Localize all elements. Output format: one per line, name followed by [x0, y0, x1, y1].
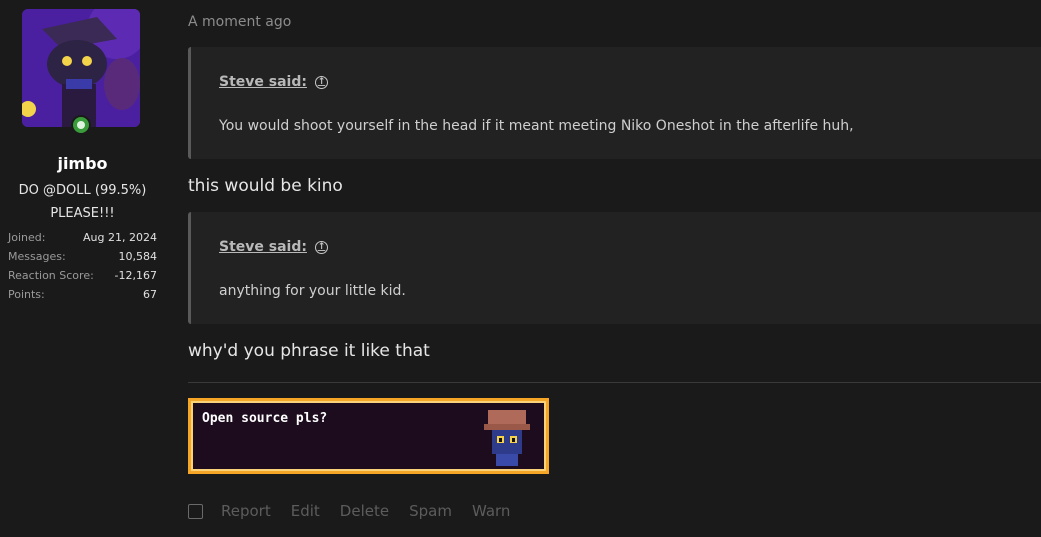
- stat-value: Aug 21, 2024: [83, 231, 157, 244]
- select-checkbox[interactable]: [188, 503, 203, 519]
- user-pane: jimbo DO @DOLL (99.5%) PLEASE!!! Joined:…: [0, 0, 165, 537]
- stat-value: 67: [143, 288, 157, 301]
- quote-text: You would shoot yourself in the head if …: [219, 118, 854, 134]
- warn-link[interactable]: Warn: [472, 502, 510, 520]
- niko-face-icon: [484, 410, 530, 466]
- post-timestamp[interactable]: A moment ago: [188, 14, 291, 30]
- signature-image: Open source pls?: [188, 398, 549, 474]
- quote-author[interactable]: Steve said:: [219, 74, 307, 90]
- edit-link[interactable]: Edit: [291, 502, 320, 520]
- stat-label: Points:: [8, 288, 45, 301]
- user-title: DO @DOLL (99.5%) PLEASE!!!: [18, 183, 147, 221]
- quote-author[interactable]: Steve said:: [219, 239, 307, 255]
- stat-reaction-score: Reaction Score: -12,167: [8, 266, 157, 285]
- stat-points: Points: 67: [8, 285, 157, 304]
- signature-text: Open source pls?: [202, 411, 328, 426]
- stat-messages: Messages: 10,584: [8, 247, 157, 266]
- stat-joined: Joined: Aug 21, 2024: [8, 228, 157, 247]
- message-text: this would be kino: [188, 176, 343, 196]
- arrow-up-circle-icon[interactable]: ↑: [314, 75, 328, 89]
- stat-label: Messages:: [8, 250, 66, 263]
- spam-link[interactable]: Spam: [409, 502, 452, 520]
- quote-author-link[interactable]: Steve said: ↑: [219, 239, 328, 255]
- post-actions: Report Edit Delete Spam Warn: [188, 502, 530, 520]
- stat-label: Reaction Score:: [8, 269, 94, 282]
- report-link[interactable]: Report: [221, 502, 271, 520]
- delete-link[interactable]: Delete: [340, 502, 389, 520]
- signature-divider: [188, 382, 1041, 383]
- stat-label: Joined:: [8, 231, 46, 244]
- message-text: why'd you phrase it like that: [188, 341, 430, 361]
- quote-block: Steve said: ↑ anything for your little k…: [188, 212, 1041, 324]
- online-status-icon: [71, 115, 91, 135]
- username[interactable]: jimbo: [0, 154, 165, 173]
- stat-value: -12,167: [114, 269, 157, 282]
- quote-author-link[interactable]: Steve said: ↑: [219, 74, 328, 90]
- quote-text: anything for your little kid.: [219, 283, 406, 299]
- arrow-up-circle-icon[interactable]: ↑: [314, 240, 328, 254]
- stat-value: 10,584: [118, 250, 158, 263]
- avatar[interactable]: [22, 9, 140, 127]
- quote-block: Steve said: ↑ You would shoot yourself i…: [188, 47, 1041, 159]
- post-body: A moment ago Steve said: ↑ You would sho…: [188, 0, 1041, 537]
- user-stats: Joined: Aug 21, 2024 Messages: 10,584 Re…: [8, 228, 157, 304]
